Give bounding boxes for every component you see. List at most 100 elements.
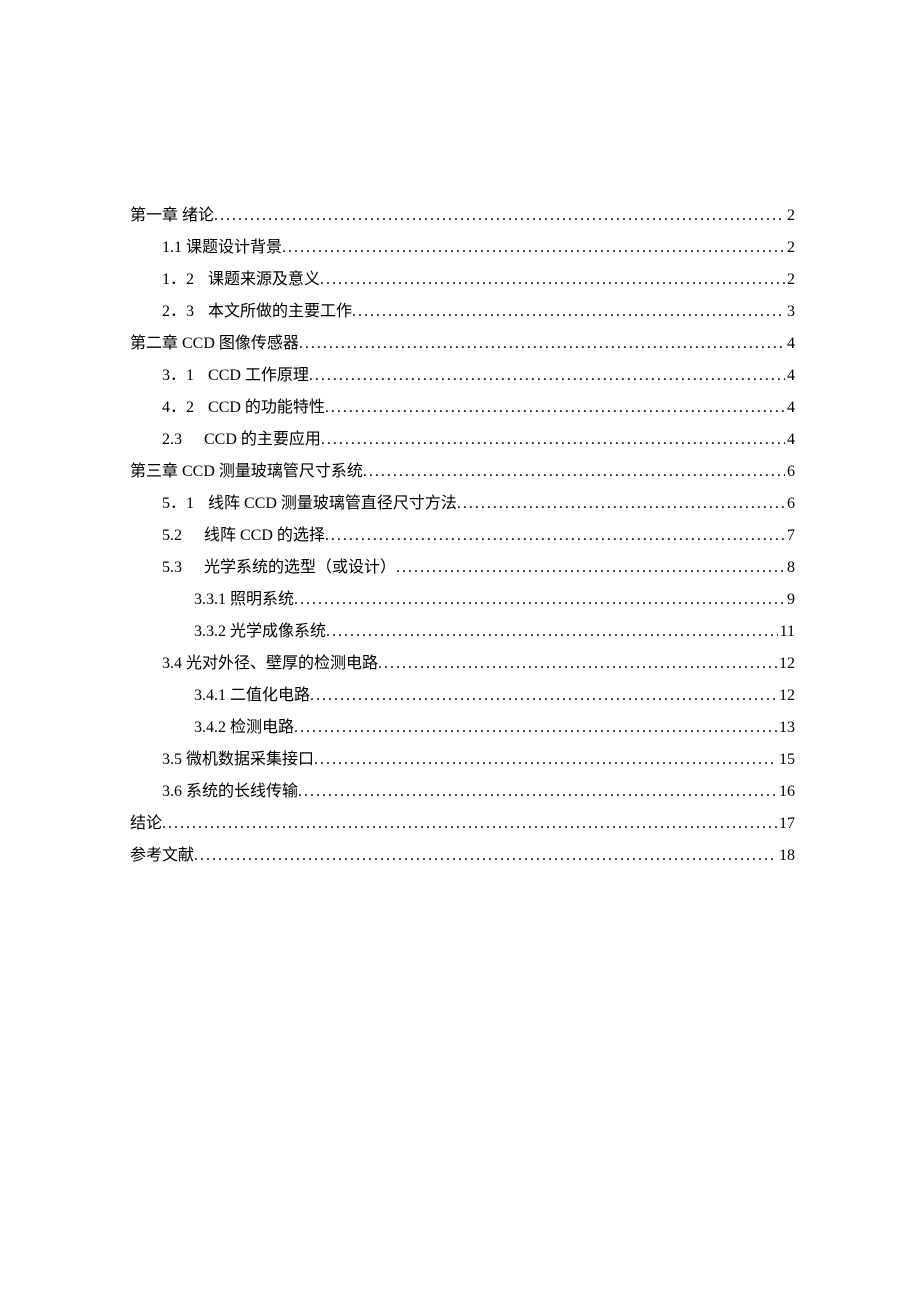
toc-label: 2．3本文所做的主要工作 <box>162 296 352 328</box>
toc-section-title: 光学系统的选型（或设计） <box>204 559 396 576</box>
toc-label: 1．2课题来源及意义 <box>162 264 320 296</box>
toc-entry: 3.6 系统的长线传输 16 <box>130 776 795 808</box>
toc-leader-dots <box>310 680 777 712</box>
table-of-contents: 第一章 绪论21.1 课题设计背景21．2课题来源及意义22．3本文所做的主要工… <box>130 200 795 872</box>
toc-entry: 5．1线阵 CCD 测量玻璃管直径尺寸方法 6 <box>130 488 795 520</box>
toc-page-number: 4 <box>785 360 795 392</box>
toc-page-number: 3 <box>785 296 795 328</box>
toc-leader-dots <box>309 360 785 392</box>
toc-section-number: 1．2 <box>162 264 208 296</box>
toc-label: 第三章 CCD 测量玻璃管尺寸系统 <box>130 456 363 488</box>
toc-entry: 3．1CCD 工作原理 4 <box>130 360 795 392</box>
toc-page-number: 15 <box>777 744 795 776</box>
toc-leader-dots <box>321 424 785 456</box>
toc-label: 4．2CCD 的功能特性 <box>162 392 325 424</box>
toc-section-number: 2．3 <box>162 296 208 328</box>
toc-entry: 第二章 CCD 图像传感器 4 <box>130 328 795 360</box>
toc-label: 第一章 绪论 <box>130 200 214 232</box>
toc-entry: 3.4 光对外径、壁厚的检测电路 12 <box>130 648 795 680</box>
toc-leader-dots <box>457 488 785 520</box>
toc-leader-dots <box>325 392 785 424</box>
toc-label: 5.3光学系统的选型（或设计） <box>162 552 396 584</box>
toc-label: 3.6 系统的长线传输 <box>162 776 298 808</box>
toc-leader-dots <box>194 840 777 872</box>
toc-entry: 3.3.2 光学成像系统 11 <box>130 616 795 648</box>
toc-entry: 3.3.1 照明系统 9 <box>130 584 795 616</box>
toc-section-title: 本文所做的主要工作 <box>208 303 352 320</box>
toc-section-number: 5．1 <box>162 488 208 520</box>
toc-section-number: 5.3 <box>162 552 204 584</box>
toc-entry: 5.3光学系统的选型（或设计） 8 <box>130 552 795 584</box>
toc-leader-dots <box>162 808 777 840</box>
toc-label: 2.3CCD 的主要应用 <box>162 424 321 456</box>
toc-label: 5．1线阵 CCD 测量玻璃管直径尺寸方法 <box>162 488 457 520</box>
toc-leader-dots <box>294 584 785 616</box>
toc-entry: 2.3CCD 的主要应用 4 <box>130 424 795 456</box>
toc-leader-dots <box>396 552 785 584</box>
toc-entry: 5.2线阵 CCD 的选择 7 <box>130 520 795 552</box>
toc-leader-dots <box>352 296 785 328</box>
toc-leader-dots <box>298 776 777 808</box>
toc-label: 5.2线阵 CCD 的选择 <box>162 520 325 552</box>
toc-entry: 3.5 微机数据采集接口 15 <box>130 744 795 776</box>
toc-entry: 3.4.1 二值化电路 12 <box>130 680 795 712</box>
toc-label: 3．1CCD 工作原理 <box>162 360 309 392</box>
toc-page-number: 18 <box>777 840 795 872</box>
toc-leader-dots <box>299 328 785 360</box>
toc-page: 第一章 绪论21.1 课题设计背景21．2课题来源及意义22．3本文所做的主要工… <box>0 0 920 872</box>
toc-entry: 4．2CCD 的功能特性 4 <box>130 392 795 424</box>
toc-page-number: 11 <box>778 616 795 648</box>
toc-page-number: 6 <box>785 488 795 520</box>
toc-label: 第二章 CCD 图像传感器 <box>130 328 299 360</box>
toc-page-number: 17 <box>777 808 795 840</box>
toc-entry: 3.4.2 检测电路 13 <box>130 712 795 744</box>
toc-leader-dots <box>214 200 785 232</box>
toc-page-number: 4 <box>785 328 795 360</box>
toc-entry: 1．2课题来源及意义 2 <box>130 264 795 296</box>
toc-page-number: 6 <box>785 456 795 488</box>
toc-page-number: 9 <box>785 584 795 616</box>
toc-label: 3.4.1 二值化电路 <box>194 680 310 712</box>
toc-page-number: 8 <box>785 552 795 584</box>
toc-leader-dots <box>314 744 777 776</box>
toc-leader-dots <box>363 456 785 488</box>
toc-label: 结论 <box>130 808 162 840</box>
toc-entry: 第一章 绪论 2 <box>130 200 795 232</box>
toc-page-number: 2 <box>785 264 795 296</box>
toc-label: 3.4.2 检测电路 <box>194 712 294 744</box>
toc-page-number: 12 <box>777 648 795 680</box>
toc-entry: 结论 17 <box>130 808 795 840</box>
toc-leader-dots <box>325 520 785 552</box>
toc-label: 3.5 微机数据采集接口 <box>162 744 314 776</box>
toc-label: 3.3.2 光学成像系统 <box>194 616 326 648</box>
toc-page-number: 4 <box>785 424 795 456</box>
toc-section-title: 线阵 CCD 的选择 <box>204 527 325 544</box>
toc-page-number: 12 <box>777 680 795 712</box>
toc-section-title: 线阵 CCD 测量玻璃管直径尺寸方法 <box>208 495 457 512</box>
toc-label: 3.4 光对外径、壁厚的检测电路 <box>162 648 378 680</box>
toc-section-title: CCD 的主要应用 <box>204 431 321 448</box>
toc-entry: 1.1 课题设计背景2 <box>130 232 795 264</box>
toc-leader-dots <box>294 712 777 744</box>
toc-label: 参考文献 <box>130 840 194 872</box>
toc-section-title: CCD 的功能特性 <box>208 399 325 416</box>
toc-label: 1.1 课题设计背景 <box>162 232 282 264</box>
toc-section-number: 5.2 <box>162 520 204 552</box>
toc-section-title: CCD 工作原理 <box>208 367 309 384</box>
toc-entry: 参考文献 18 <box>130 840 795 872</box>
toc-entry: 第三章 CCD 测量玻璃管尺寸系统 6 <box>130 456 795 488</box>
toc-section-number: 4．2 <box>162 392 208 424</box>
toc-label: 3.3.1 照明系统 <box>194 584 294 616</box>
toc-page-number: 4 <box>785 392 795 424</box>
toc-leader-dots <box>282 232 785 264</box>
toc-page-number: 7 <box>785 520 795 552</box>
toc-page-number: 13 <box>777 712 795 744</box>
toc-page-number: 16 <box>777 776 795 808</box>
toc-section-number: 2.3 <box>162 424 204 456</box>
toc-leader-dots <box>320 264 785 296</box>
toc-section-title: 课题来源及意义 <box>208 271 320 288</box>
toc-entry: 2．3本文所做的主要工作 3 <box>130 296 795 328</box>
toc-leader-dots <box>326 616 778 648</box>
toc-page-number: 2 <box>785 200 795 232</box>
toc-leader-dots <box>378 648 777 680</box>
